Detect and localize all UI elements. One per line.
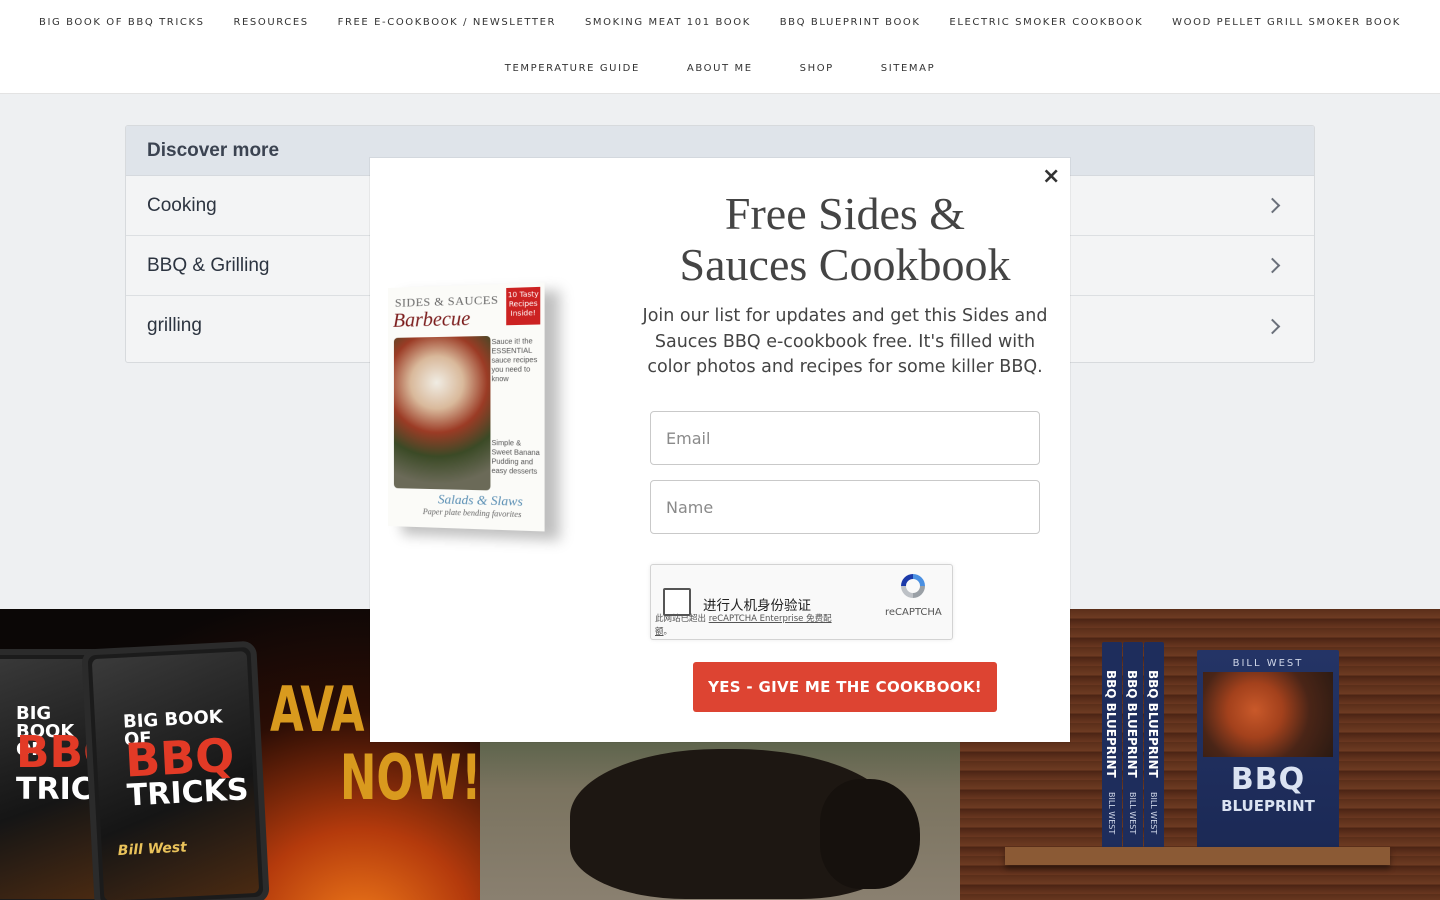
cover-subtitle: BLUEPRINT	[1197, 797, 1339, 815]
recaptcha-notice: 此网站已超出 reCAPTCHA Enterprise 免费配额。	[655, 613, 845, 639]
nav-resources[interactable]: RESOURCES	[233, 17, 308, 28]
nav-bbq-blueprint-book[interactable]: BBQ BLUEPRINT BOOK	[780, 17, 921, 28]
book-title: Barbecue	[393, 308, 470, 333]
name-field[interactable]	[650, 480, 1040, 534]
recaptcha-logo-icon	[898, 571, 928, 601]
book-spine: BBQ BLUEPRINT BILL WEST	[1144, 642, 1164, 852]
book-spine: BBQ BLUEPRINT BILL WEST	[1102, 642, 1122, 852]
newsletter-popup: × SIDES & SAUCES Barbecue 10 Tasty Recip…	[370, 158, 1070, 742]
popup-title-line: Sauces Cookbook	[640, 239, 1050, 290]
book-side-text: Sauce it! the ESSENTIAL sauce recipes yo…	[492, 337, 541, 384]
cover-title: BBQ	[1197, 762, 1339, 797]
banner-available-text: AVA	[270, 673, 364, 746]
recaptcha-brand: reCAPTCHA	[885, 607, 942, 618]
cover-photo	[1203, 672, 1333, 757]
tablet-front-image: BIG BOOK OF BBQ TRICKS Bill West	[81, 641, 269, 900]
chevron-right-icon	[1265, 258, 1281, 274]
book-food-photo	[394, 336, 491, 491]
recaptcha-notice-text: 。	[664, 627, 673, 637]
cover-author: BILL WEST	[1197, 658, 1339, 669]
discover-item-label: grilling	[147, 315, 202, 337]
popup-description: Join our list for updates and get this S…	[640, 304, 1050, 381]
email-field[interactable]	[650, 411, 1040, 465]
book-side-text: Simple & Sweet Banana Pudding and easy d…	[492, 439, 541, 477]
chevron-right-icon	[1265, 318, 1281, 334]
popup-title-line: Free Sides &	[640, 188, 1050, 239]
bison-head-image	[820, 779, 920, 889]
banner-text-tricks: TRICKS	[126, 775, 249, 811]
discover-item-label: BBQ & Grilling	[147, 255, 269, 277]
nav-electric-smoker-cookbook[interactable]: ELECTRIC SMOKER COOKBOOK	[949, 17, 1143, 28]
nav-temperature-guide[interactable]: TEMPERATURE GUIDE	[505, 63, 640, 74]
nav-big-book-of-bbq-tricks[interactable]: BIG BOOK OF BBQ TRICKS	[39, 17, 205, 28]
top-navigation: BIG BOOK OF BBQ TRICKS RESOURCES FREE E-…	[0, 0, 1440, 94]
nav-wood-pellet-grill-smoker-book[interactable]: WOOD PELLET GRILL SMOKER BOOK	[1172, 17, 1401, 28]
nav-smoking-meat-101-book[interactable]: SMOKING MEAT 101 BOOK	[585, 17, 751, 28]
nav-row-secondary: TEMPERATURE GUIDE ABOUT ME SHOP SITEMAP	[0, 63, 1440, 74]
get-cookbook-button[interactable]: YES - GIVE ME THE COOKBOOK!	[693, 662, 997, 712]
bbq-blueprint-cover: BILL WEST BBQ BLUEPRINT	[1197, 650, 1339, 850]
nav-row-primary: BIG BOOK OF BBQ TRICKS RESOURCES FREE E-…	[0, 17, 1440, 28]
recaptcha-checkbox[interactable]	[663, 588, 691, 616]
recaptcha-notice-text: 此网站已超出	[655, 614, 709, 624]
popup-title: Free Sides & Sauces Cookbook	[640, 188, 1050, 290]
close-icon[interactable]: ×	[1042, 166, 1060, 188]
recaptcha-label: 进行人机身份验证	[703, 594, 811, 614]
book-badge: 10 Tasty Recipes Inside!	[506, 287, 540, 325]
nav-about-me[interactable]: ABOUT ME	[687, 63, 753, 74]
discover-item-label: Cooking	[147, 195, 217, 217]
nav-shop[interactable]: SHOP	[800, 63, 834, 74]
chevron-right-icon	[1265, 198, 1281, 214]
cookbook-cover-image: SIDES & SAUCES Barbecue 10 Tasty Recipes…	[388, 283, 545, 532]
shelf	[1005, 847, 1390, 865]
nav-free-ecookbook-newsletter[interactable]: FREE E-COOKBOOK / NEWSLETTER	[338, 17, 556, 28]
recaptcha-widget: 进行人机身份验证 此网站已超出 reCAPTCHA Enterprise 免费配…	[650, 564, 953, 640]
banner-now-text: NOW!	[340, 741, 480, 814]
banner-text-author: Bill West	[117, 841, 187, 859]
discover-more-title: Discover more	[147, 140, 279, 162]
book-spine: BBQ BLUEPRINT BILL WEST	[1123, 642, 1143, 852]
nav-sitemap[interactable]: SITEMAP	[881, 63, 935, 74]
book-bottom-subtitle: Paper plate bending favorites	[423, 507, 522, 519]
